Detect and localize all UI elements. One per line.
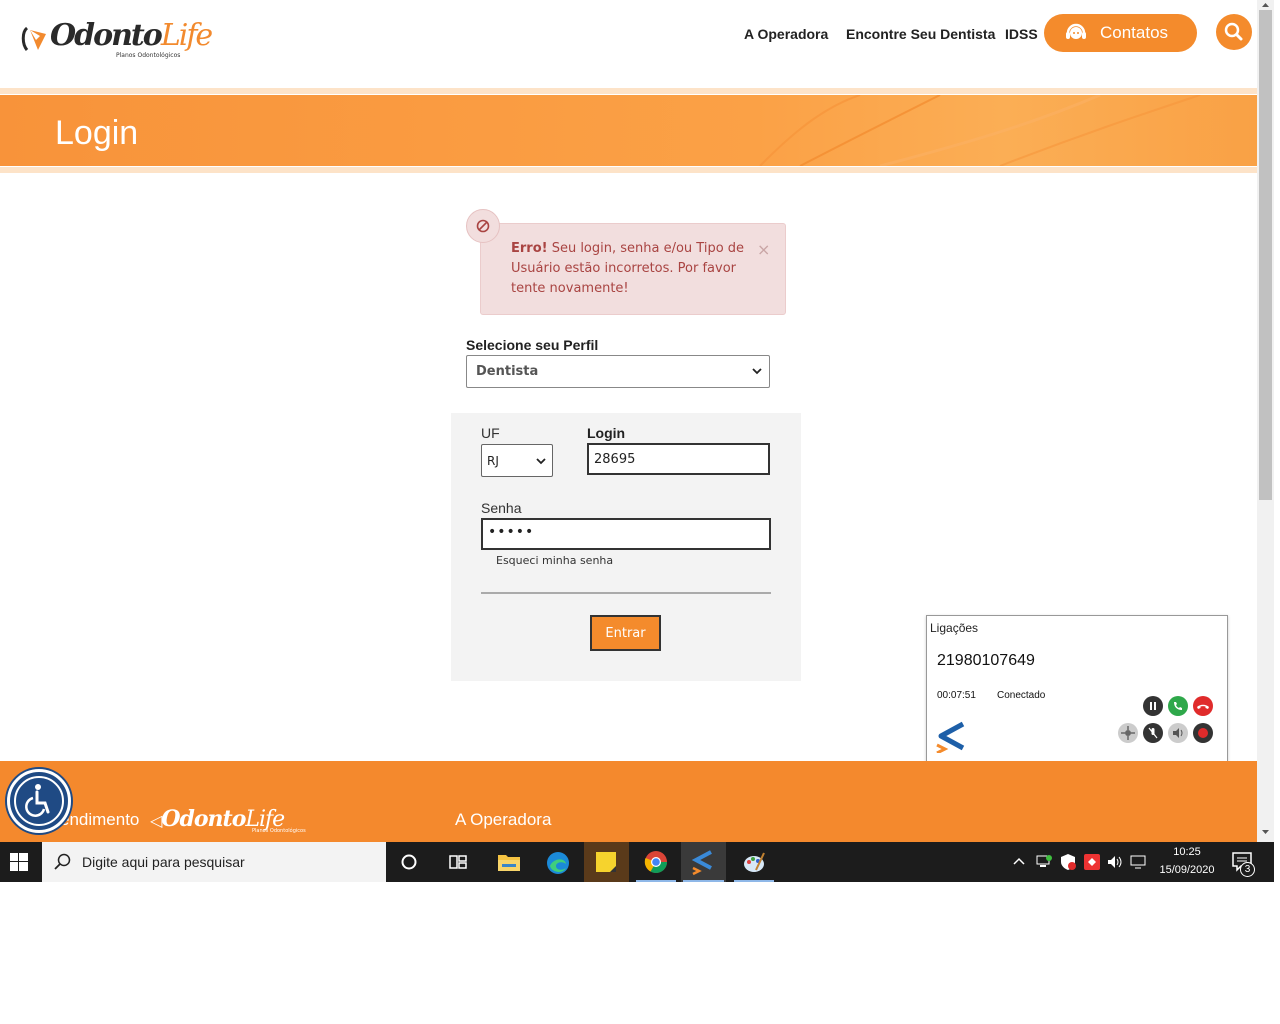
record-button[interactable]: [1193, 723, 1213, 743]
transfer-call-button[interactable]: [1118, 723, 1138, 743]
error-icon: [466, 209, 500, 243]
password-input-value: •••••: [488, 524, 535, 540]
volume-button[interactable]: [1168, 723, 1188, 743]
logo-brand-right: Life: [160, 18, 213, 53]
uf-select[interactable]: RJ: [481, 444, 553, 477]
page-banner: [0, 95, 1257, 166]
chrome-running-indicator: [636, 880, 676, 882]
profile-select[interactable]: Dentista: [466, 355, 770, 388]
scrollbar-thumb[interactable]: [1259, 10, 1272, 500]
banner-swoosh-decoration: [759, 95, 1201, 166]
taskbar-search-placeholder: Digite aqui para pesquisar: [82, 854, 245, 870]
entrar-label: Entrar: [605, 625, 646, 641]
volume-icon[interactable]: [1106, 854, 1124, 870]
footer-operadora-heading: A Operadora: [455, 810, 552, 829]
footer-atendimento-heading: endimento: [60, 810, 140, 829]
chrome-browser-icon[interactable]: [644, 850, 668, 874]
headset-icon: [1066, 23, 1086, 39]
odontolife-logo[interactable]: OdontoLife Planos Odontológicos: [20, 18, 213, 64]
microphone-mute-icon: [1148, 727, 1158, 739]
record-icon: [1198, 728, 1208, 738]
mute-button[interactable]: [1143, 723, 1163, 743]
search-icon: [1224, 22, 1243, 41]
notification-badge: 3: [1240, 862, 1255, 877]
windows-start-icon[interactable]: [10, 853, 28, 871]
nav-encontre-seu-dentista[interactable]: Encontre Seu Dentista: [846, 26, 995, 42]
password-input[interactable]: •••••: [481, 518, 771, 550]
answer-call-button[interactable]: [1168, 696, 1188, 716]
sticky-notes-icon: [596, 852, 616, 872]
file-explorer-icon[interactable]: [497, 851, 521, 873]
error-message: Erro! Seu login, senha e/ou Tipo de Usuá…: [511, 239, 747, 299]
calls-duration: 00:07:51: [937, 690, 976, 701]
taskbar-clock-date[interactable]: 15/09/2020: [1152, 864, 1222, 876]
phone-hangup-icon: [1197, 704, 1209, 709]
uf-select-value: RJ: [487, 454, 499, 468]
softphone-logo-icon: [936, 721, 965, 753]
taskbar-sticky-notes-active[interactable]: [584, 842, 629, 882]
hangup-call-button[interactable]: [1193, 696, 1213, 716]
contatos-button[interactable]: Contatos: [1044, 14, 1197, 52]
pause-call-button[interactable]: [1143, 696, 1163, 716]
senha-label: Senha: [481, 500, 522, 516]
search-button[interactable]: [1216, 14, 1252, 50]
paint-running-indicator: [734, 880, 774, 882]
nav-idss[interactable]: IDSS: [1005, 26, 1038, 42]
task-view-icon[interactable]: [448, 853, 468, 871]
banner-bottom-stripe: [0, 167, 1257, 173]
transfer-icon: [1121, 726, 1135, 740]
search-icon: [54, 853, 71, 870]
page-title: Login: [55, 114, 139, 152]
logo-tagline: Planos Odontológicos: [116, 52, 181, 59]
contatos-label: Contatos: [1100, 23, 1169, 42]
scroll-up-icon[interactable]: [1260, 1, 1271, 9]
accessibility-button[interactable]: [7, 769, 71, 833]
taskbar-softphone-active[interactable]: [681, 842, 726, 882]
login-input-value: 28695: [594, 452, 636, 467]
softphone-running-indicator: [683, 880, 724, 882]
pause-icon: [1150, 702, 1156, 710]
cortana-icon[interactable]: [400, 853, 418, 871]
display-icon[interactable]: [1130, 854, 1148, 870]
logo-mark-icon: [21, 26, 46, 51]
phone-answer-icon: [1174, 702, 1182, 710]
nav-a-operadora[interactable]: A Operadora: [744, 26, 828, 42]
chevron-down-icon: [752, 368, 762, 375]
login-label: Login: [587, 425, 626, 441]
entrar-button[interactable]: Entrar: [590, 615, 661, 651]
banner-top-stripe: [0, 88, 1257, 94]
login-input[interactable]: 28695: [587, 443, 770, 475]
footer-logo-left: Odonto: [161, 806, 246, 832]
footer-logo-tagline: Planos Odontológicos: [252, 828, 306, 834]
app-tray-icon[interactable]: [1083, 853, 1101, 871]
scroll-down-icon[interactable]: [1260, 828, 1271, 836]
security-shield-icon[interactable]: [1059, 853, 1077, 871]
calls-phone-number: 21980107649: [937, 652, 1035, 669]
form-divider: [481, 592, 771, 594]
profile-label: Selecione seu Perfil: [466, 337, 599, 353]
uf-label: UF: [481, 425, 500, 441]
chevron-up-icon[interactable]: [1012, 856, 1026, 866]
error-close-button[interactable]: ×: [757, 240, 770, 259]
edge-browser-icon[interactable]: [545, 850, 571, 876]
forgot-password-link[interactable]: Esqueci minha senha: [496, 554, 613, 567]
paint-app-icon[interactable]: [742, 850, 766, 874]
profile-select-value: Dentista: [476, 364, 539, 379]
error-prefix: Erro!: [511, 241, 548, 256]
logo-brand-left: Odonto: [50, 18, 163, 53]
network-status-icon[interactable]: [1035, 854, 1053, 870]
softphone-app-icon: [691, 850, 712, 876]
chevron-down-icon: [536, 458, 546, 465]
wheelchair-icon: [14, 776, 64, 826]
speaker-icon: [1173, 728, 1183, 738]
taskbar-clock-time[interactable]: 10:25: [1160, 846, 1214, 858]
calls-title: Ligações: [930, 621, 979, 635]
calls-status: Conectado: [997, 690, 1046, 701]
